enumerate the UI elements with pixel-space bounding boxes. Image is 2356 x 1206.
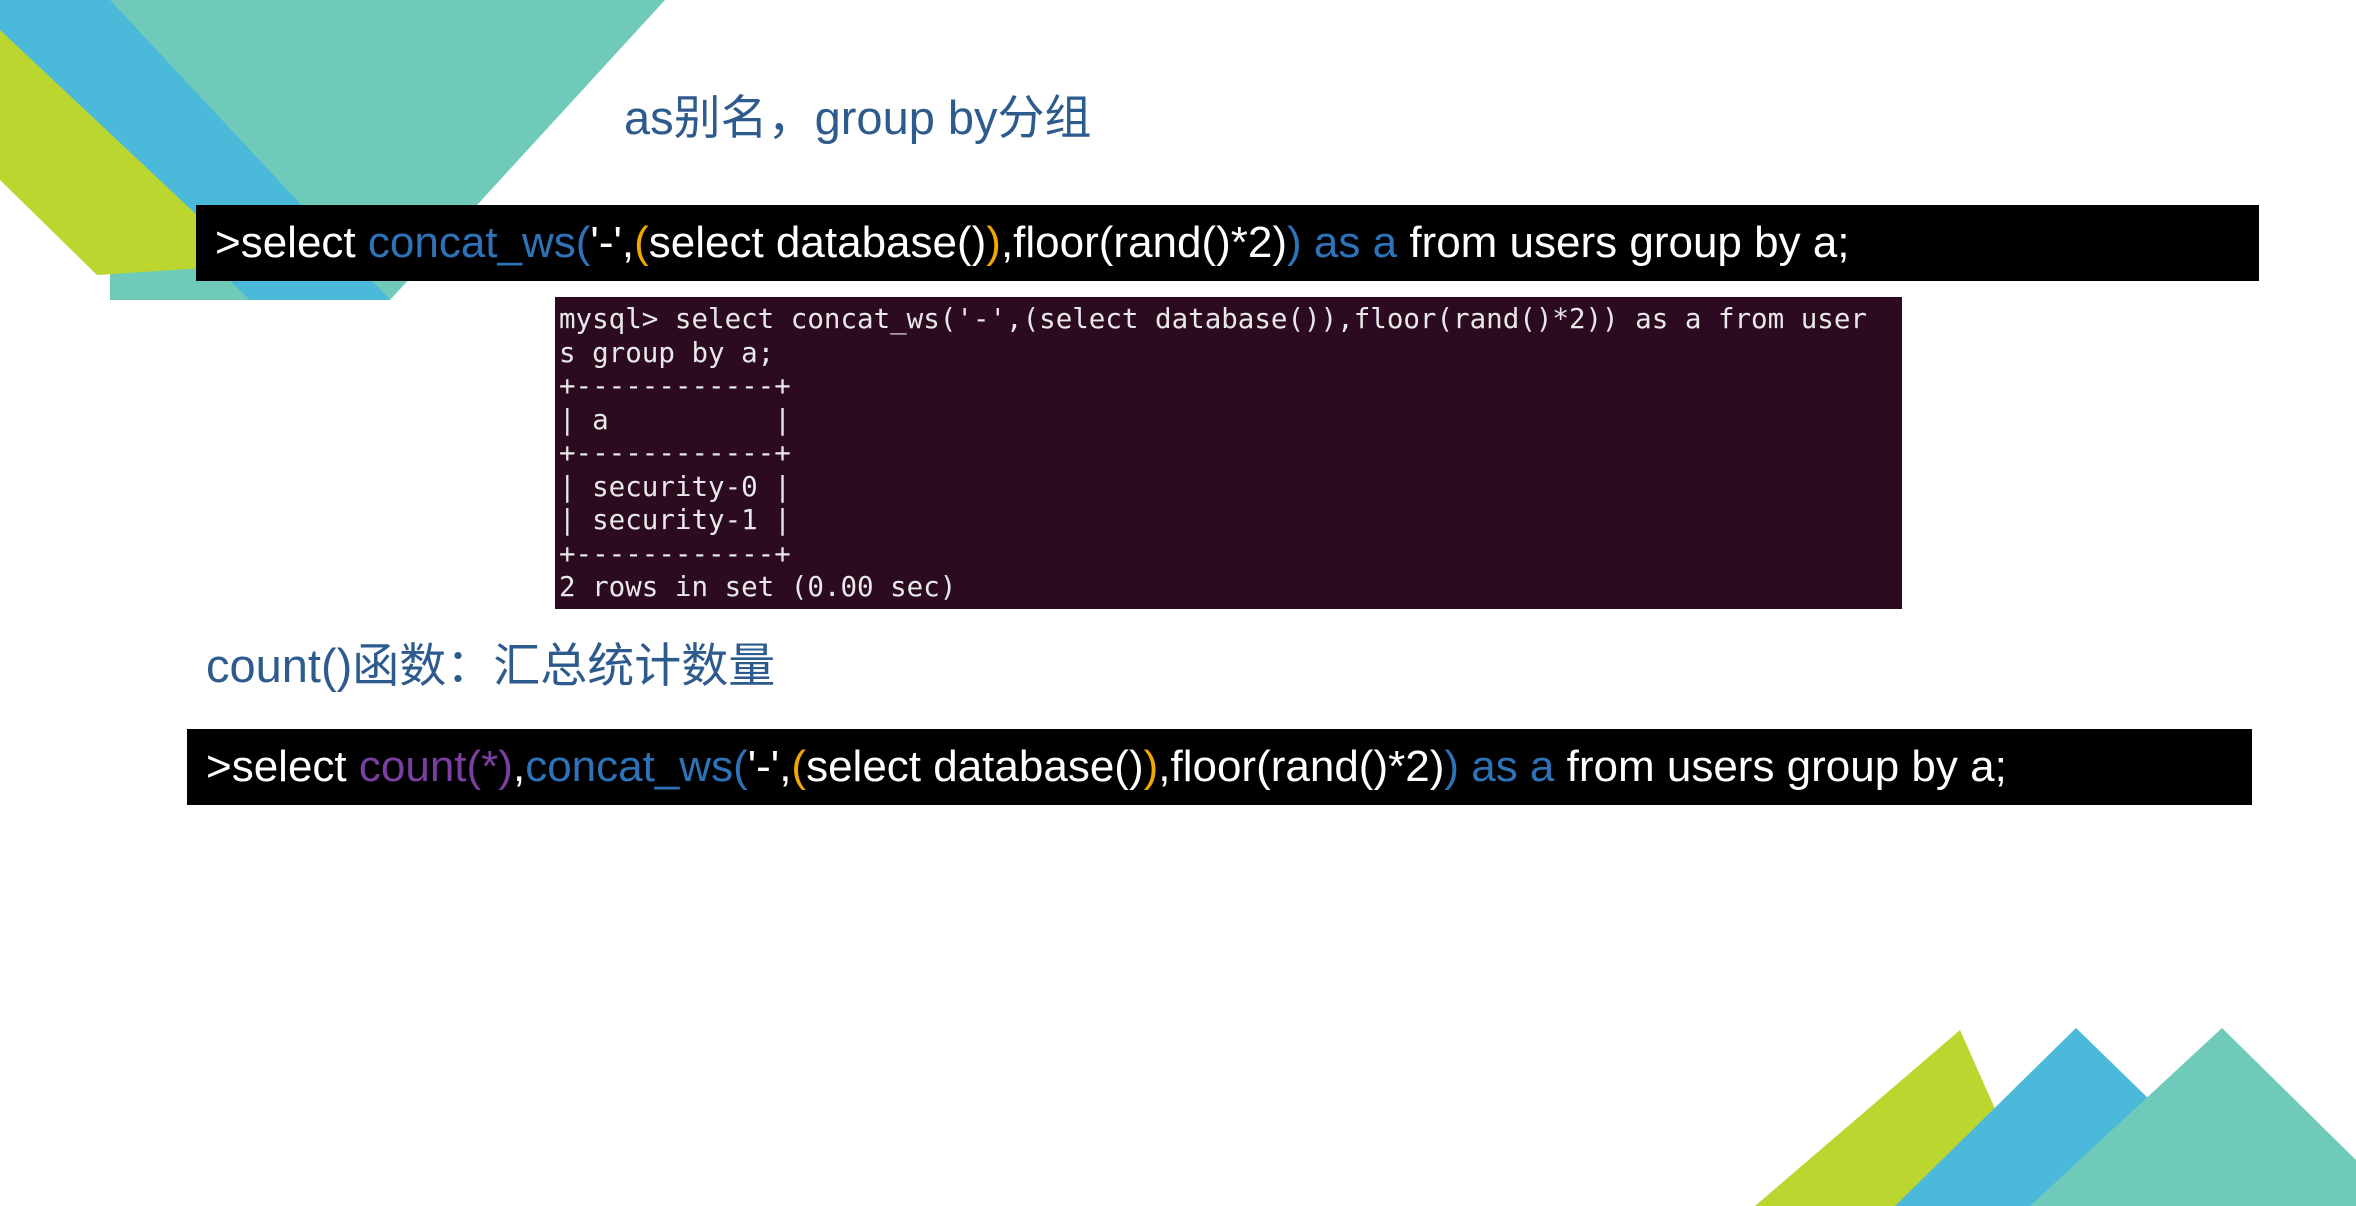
terminal-line: | a | bbox=[559, 403, 791, 436]
command-segment-plain: select database() bbox=[806, 742, 1144, 791]
terminal-line: | security-1 | bbox=[559, 504, 791, 536]
command-segment-paren: ) bbox=[986, 218, 1001, 267]
command-segment-plain: , bbox=[512, 742, 526, 791]
terminal-line: 2 rows in set (0.00 sec) bbox=[559, 571, 957, 603]
section-heading-count-function: count()函数：汇总统计数量 bbox=[206, 639, 776, 692]
command-segment-plain: ,floor(rand()*2) bbox=[1158, 742, 1445, 791]
command-text-group-by: >select concat_ws('-',(select database()… bbox=[215, 218, 1850, 267]
terminal-line: +------------+ bbox=[559, 370, 791, 402]
command-segment-count: count(*) bbox=[358, 742, 513, 791]
command-segment-paren: ( bbox=[791, 742, 807, 791]
command-segment-paren: ( bbox=[634, 218, 649, 267]
command-segment-plain: from users group by a; bbox=[1554, 742, 2007, 791]
command-segment-plain: from users group by a; bbox=[1397, 218, 1850, 267]
command-segment-plain: '-', bbox=[747, 742, 792, 791]
command-segment-plain: >select bbox=[206, 742, 359, 791]
command-segment-plain: ,floor(rand()*2) bbox=[1000, 218, 1288, 267]
terminal-line: +------------+ bbox=[559, 437, 791, 469]
command-bar-count: >select count(*),concat_ws('-',(select d… bbox=[187, 729, 2252, 805]
command-segment-kw: ) as a bbox=[1444, 742, 1555, 791]
command-segment-paren: ) bbox=[1143, 742, 1159, 791]
terminal-line: | security-0 | bbox=[559, 470, 791, 503]
command-text-count: >select count(*),concat_ws('-',(select d… bbox=[206, 742, 2007, 791]
command-segment-plain: '-', bbox=[590, 218, 635, 267]
command-segment-plain: select database() bbox=[648, 218, 987, 267]
terminal-line: +------------+ bbox=[559, 537, 791, 570]
command-segment-kw: concat_ws( bbox=[525, 742, 748, 791]
terminal-line: s group by a; bbox=[559, 336, 775, 369]
command-segment-kw: concat_ws( bbox=[367, 218, 591, 267]
command-segment-plain: >select bbox=[215, 218, 368, 267]
command-bar-group-by: >select concat_ws('-',(select database()… bbox=[196, 205, 2259, 281]
section-heading-alias-group-by: as别名，group by分组 bbox=[624, 91, 1092, 144]
command-segment-kw: ) as a bbox=[1287, 218, 1398, 267]
mysql-terminal-output: mysql> select concat_ws('-',(select data… bbox=[555, 297, 1902, 609]
terminal-line: mysql> select concat_ws('-',(select data… bbox=[559, 303, 1867, 335]
